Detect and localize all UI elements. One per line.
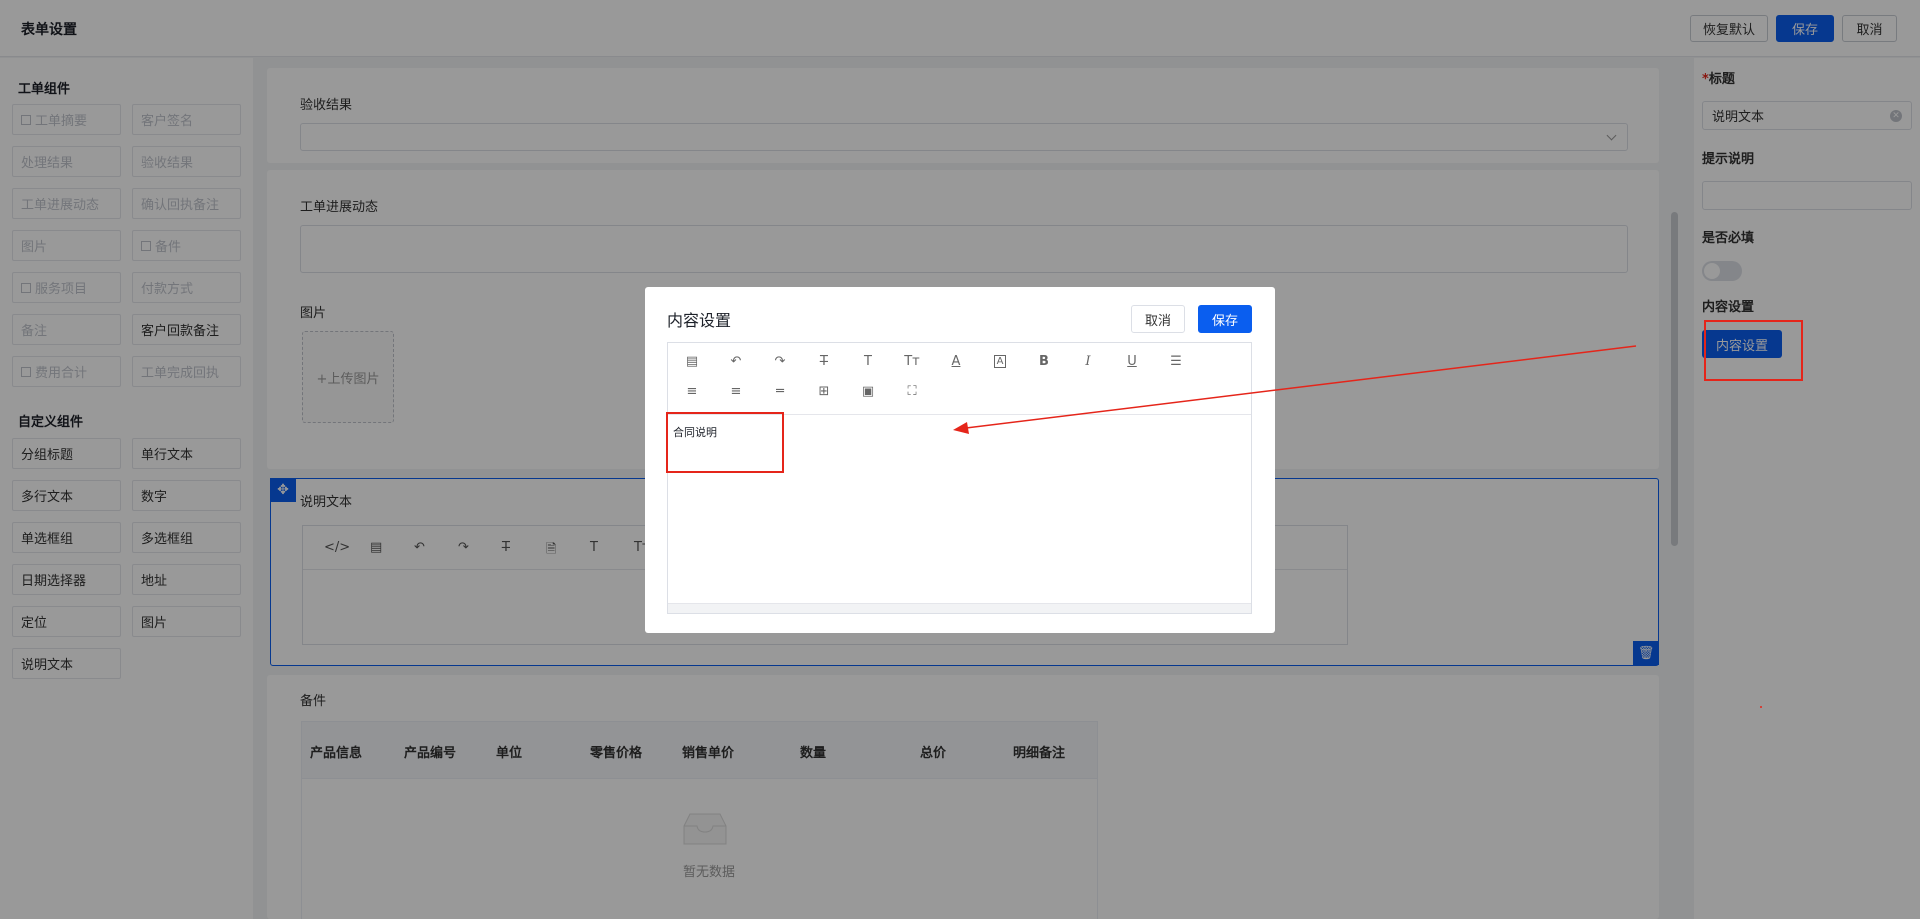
annotation-dot: [1760, 706, 1762, 708]
annotation-arrow-line: [965, 345, 1637, 429]
annotation-arrow-head: [953, 422, 969, 434]
annotation-arrow: [953, 345, 1762, 708]
